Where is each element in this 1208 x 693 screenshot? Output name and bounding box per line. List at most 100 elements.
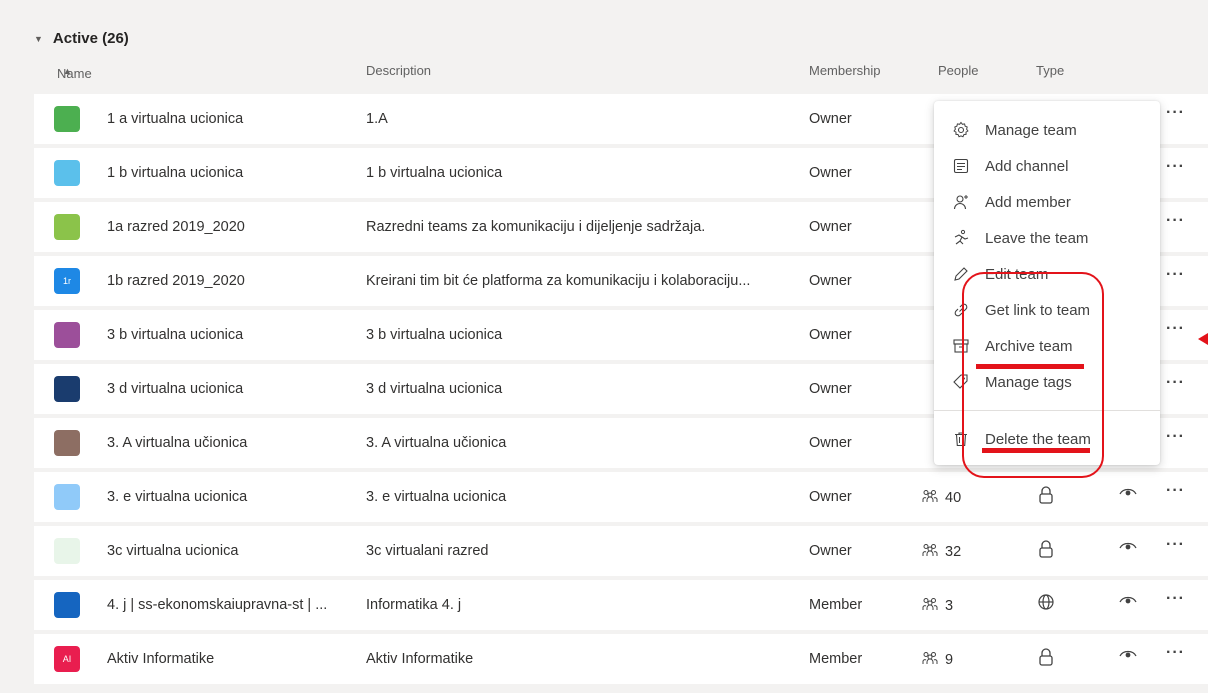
more-options-icon[interactable]: ··· (1166, 482, 1185, 500)
column-headers: Name ▲ Description Membership People Type (57, 63, 1065, 81)
lock-icon (1037, 647, 1055, 671)
team-avatar (54, 160, 80, 186)
column-header-membership[interactable]: Membership (809, 63, 881, 78)
more-options-icon[interactable]: ··· (1166, 266, 1185, 284)
team-membership: Owner (809, 327, 852, 343)
menu-item-label: Add channel (985, 157, 1069, 175)
team-membership: Owner (809, 435, 852, 451)
team-description: 3 d virtualna ucionica (366, 381, 503, 397)
eye-icon[interactable] (1119, 647, 1137, 665)
team-description: Aktiv Informatike (366, 651, 474, 667)
collapse-caret-icon[interactable]: ▼ (34, 34, 43, 44)
add-member-icon (951, 192, 971, 212)
team-description: 1.A (366, 111, 388, 127)
team-name[interactable]: 1 a virtualna ucionica (107, 111, 243, 127)
leave-icon (951, 228, 971, 248)
team-name[interactable]: 1b razred 2019_2020 (107, 273, 245, 289)
team-name[interactable]: 1 b virtualna ucionica (107, 165, 243, 181)
team-description: Kreirani tim bit će platforma za komunik… (366, 273, 751, 289)
team-name[interactable]: 3c virtualna ucionica (107, 543, 238, 559)
team-avatar (54, 538, 80, 564)
menu-item-add-member[interactable]: Add member (934, 184, 1160, 220)
globe-icon (1037, 593, 1055, 615)
annotation-underline-delete (982, 448, 1090, 453)
lock-icon (1037, 539, 1055, 563)
team-avatar (54, 484, 80, 510)
team-membership: Owner (809, 381, 852, 397)
team-people-count: 40 (921, 489, 961, 507)
menu-item-add-channel[interactable]: Add channel (934, 148, 1160, 184)
more-options-icon[interactable]: ··· (1166, 536, 1185, 554)
team-membership: Member (809, 651, 863, 667)
more-options-icon[interactable]: ··· (1166, 374, 1185, 392)
team-membership: Owner (809, 219, 852, 235)
team-name[interactable]: 3. e virtualna ucionica (107, 489, 247, 505)
team-avatar (54, 106, 80, 132)
team-name[interactable]: 3. A virtualna učionica (107, 435, 247, 451)
team-name[interactable]: 3 b virtualna ucionica (107, 327, 243, 343)
annotation-underline-archive (976, 364, 1084, 369)
team-avatar (54, 376, 80, 402)
team-people-count: 9 (921, 651, 953, 669)
eye-icon[interactable] (1119, 539, 1137, 557)
team-membership: Owner (809, 489, 852, 505)
eye-icon[interactable] (1119, 485, 1137, 503)
team-people-value: 40 (945, 490, 962, 506)
eye-icon[interactable] (1119, 593, 1137, 611)
menu-item-leave-the-team[interactable]: Leave the team (934, 220, 1160, 256)
lock-icon (1037, 485, 1055, 509)
column-header-description[interactable]: Description (366, 63, 431, 78)
more-options-icon[interactable]: ··· (1166, 590, 1185, 608)
team-description: Razredni teams za komunikaciju i dijelje… (366, 219, 706, 235)
team-description: 3c virtualani razred (366, 543, 489, 559)
team-membership: Member (809, 597, 863, 613)
team-row[interactable]: 3. e virtualna ucionica 3. e virtualna uc… (34, 472, 1208, 522)
team-membership: Owner (809, 111, 852, 127)
people-icon (921, 489, 939, 507)
people-icon (921, 597, 939, 615)
more-options-icon[interactable]: ··· (1166, 158, 1185, 176)
team-people-value: 9 (945, 652, 954, 668)
people-icon (921, 543, 939, 561)
team-people-value: 3 (945, 598, 954, 614)
more-options-icon[interactable]: ··· (1166, 428, 1185, 446)
team-name[interactable]: 3 d virtualna ucionica (107, 381, 243, 397)
team-description: 1 b virtualna ucionica (366, 165, 503, 181)
team-row[interactable]: AI Aktiv Informatike Aktiv Informatike Memb… (34, 634, 1208, 684)
team-membership: Owner (809, 543, 852, 559)
more-options-icon[interactable]: ··· (1166, 320, 1185, 338)
team-people-count: 32 (921, 543, 961, 561)
team-avatar: AI (54, 646, 80, 672)
sort-ascending-icon: ▲ (63, 66, 72, 76)
team-description: 3. e virtualna ucionica (366, 489, 507, 505)
more-options-icon[interactable]: ··· (1166, 212, 1185, 230)
team-people-value: 32 (945, 544, 962, 560)
team-row[interactable]: 3c virtualna ucionica 3c virtualani razre… (34, 526, 1208, 576)
people-icon (921, 651, 939, 669)
team-description: 3 b virtualna ucionica (366, 327, 503, 343)
team-avatar-initials: 1r (62, 276, 71, 286)
team-name[interactable]: 1a razred 2019_2020 (107, 219, 245, 235)
column-header-people[interactable]: People (938, 63, 978, 78)
team-avatar (54, 214, 80, 240)
more-options-icon[interactable]: ··· (1166, 644, 1185, 662)
column-header-type[interactable]: Type (1036, 63, 1064, 78)
channel-icon (951, 156, 971, 176)
team-name[interactable]: Aktiv Informatike (107, 651, 214, 667)
team-membership: Owner (809, 273, 852, 289)
team-avatar (54, 430, 80, 456)
menu-item-manage-team[interactable]: Manage team (934, 112, 1160, 148)
team-name[interactable]: 4. j | ss-ekonomskaiupravna-st | ... (107, 597, 327, 613)
team-description: 3. A virtualna učionica (366, 435, 507, 451)
menu-item-label: Leave the team (985, 229, 1089, 247)
team-avatar-initials: AI (62, 654, 72, 664)
active-group-label: Active (26) (52, 30, 129, 47)
team-row[interactable]: 4. j | ss-ekonomskaiupravna-st | ... Info… (34, 580, 1208, 630)
active-group-header[interactable]: ▼ Active (26) (34, 30, 129, 47)
team-description: Informatika 4. j (366, 597, 462, 613)
annotation-arrow-icon (1198, 333, 1208, 345)
more-options-icon[interactable]: ··· (1166, 104, 1185, 122)
menu-item-label: Add member (985, 193, 1071, 211)
menu-item-label: Manage team (985, 121, 1077, 139)
team-people-count: 3 (921, 597, 953, 615)
